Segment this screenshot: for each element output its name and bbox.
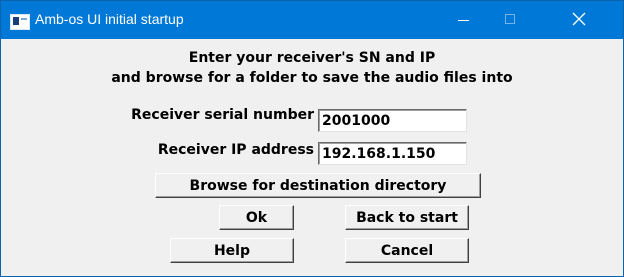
minimize-icon [458, 20, 469, 21]
back-to-start-button[interactable]: Back to start [345, 205, 469, 230]
close-button[interactable] [555, 1, 601, 39]
maximize-icon [505, 14, 515, 24]
help-button[interactable]: Help [170, 238, 294, 263]
title-bar[interactable]: Amb-os UI initial startup [1, 1, 623, 39]
dialog-body: Enter your receiver's SN and IP and brow… [1, 39, 623, 276]
minimize-button[interactable] [441, 1, 487, 39]
maximize-button[interactable] [487, 1, 533, 39]
window-title: Amb-os UI initial startup [35, 11, 184, 27]
serial-number-label: Receiver serial number [131, 107, 314, 123]
close-icon [572, 12, 586, 26]
browse-directory-button[interactable]: Browse for destination directory [155, 173, 481, 198]
startup-dialog-window: Amb-os UI initial startup Enter your rec… [0, 0, 624, 277]
ip-address-field[interactable] [318, 142, 467, 165]
ip-address-label: Receiver IP address [157, 142, 314, 158]
ok-button[interactable]: Ok [219, 205, 294, 230]
cancel-button[interactable]: Cancel [345, 238, 469, 263]
serial-number-field[interactable] [318, 109, 467, 132]
app-icon [10, 14, 30, 30]
instruction-line-1: Enter your receiver's SN and IP [188, 50, 436, 66]
instruction-line-2: and browse for a folder to save the audi… [111, 70, 513, 86]
